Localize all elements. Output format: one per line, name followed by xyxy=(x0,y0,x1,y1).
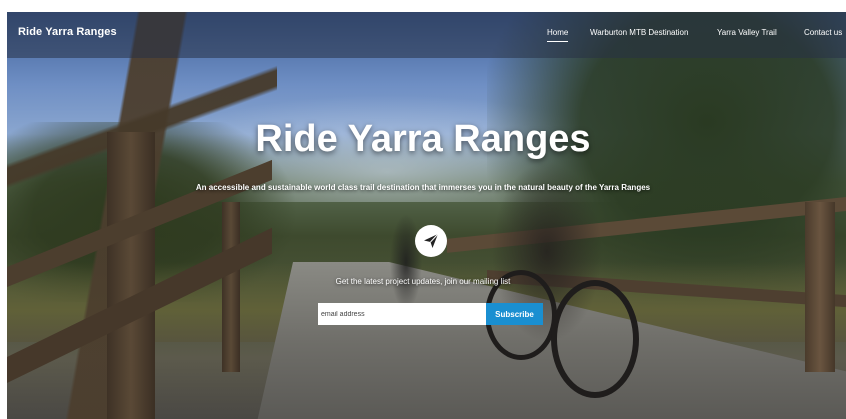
nav-yarra-valley-trail[interactable]: Yarra Valley Trail xyxy=(717,28,777,37)
hero-title: Ride Yarra Ranges xyxy=(255,118,591,160)
email-input[interactable] xyxy=(318,303,486,325)
bike-wheel-front xyxy=(551,280,639,398)
brand-logo-link[interactable]: Ride Yarra Ranges xyxy=(18,26,117,38)
nav-warburton-mtb[interactable]: Warburton MTB Destination xyxy=(590,28,688,37)
subscribe-button[interactable]: Subscribe xyxy=(486,303,543,325)
page: Ride Yarra Ranges Home Warburton MTB Des… xyxy=(0,0,846,419)
bridge-post-left-far xyxy=(222,202,240,372)
bridge-post-left xyxy=(107,132,155,419)
paper-plane-glyph xyxy=(424,233,439,248)
mailing-list-prompt: Get the latest project updates, join our… xyxy=(335,277,511,286)
paper-plane-icon xyxy=(415,225,447,257)
hero-background-image xyxy=(7,12,846,419)
hero-subtitle: An accessible and sustainable world clas… xyxy=(195,183,651,192)
cyclist-distant xyxy=(389,212,423,312)
bridge-post-right xyxy=(805,202,835,372)
nav-home[interactable]: Home xyxy=(547,28,569,42)
nav-contact[interactable]: Contact us xyxy=(804,28,842,37)
